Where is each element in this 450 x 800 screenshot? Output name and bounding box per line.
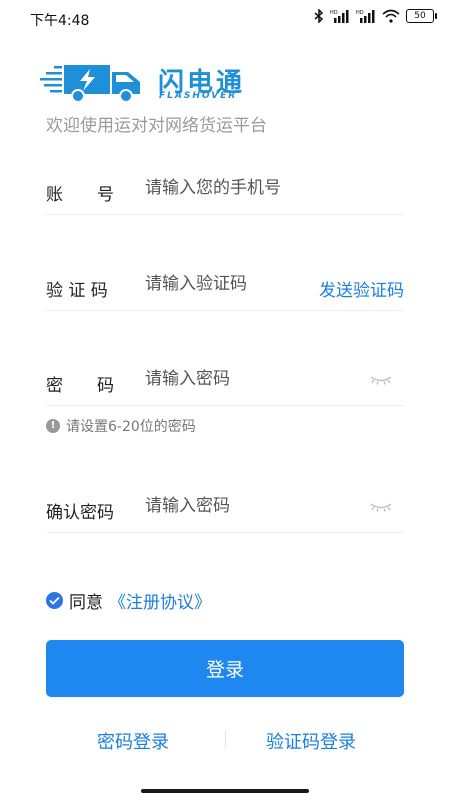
home-indicator[interactable] [141,789,309,793]
brand-name-en: FLASHOVER [159,91,238,101]
brand-logo: 闪电通 FLASHOVER [40,58,260,108]
status-bar: 下午4:48 HD HD 50 [0,0,450,34]
info-icon: ! [46,419,60,433]
account-label: 账 号 [46,185,114,205]
confirm-password-input[interactable] [145,496,345,516]
bluetooth-icon [314,9,324,23]
account-row: 账 号 [46,166,404,215]
agreement-link[interactable]: 《注册协议》 [109,588,211,613]
check-icon [49,596,60,605]
code-input[interactable] [145,274,295,294]
battery-icon: 50 [406,9,437,23]
code-row: 验 证 码 发送验证码 [46,262,404,311]
eye-closed-icon[interactable] [370,502,392,512]
truck-logo-icon [40,65,140,103]
status-time: 下午4:48 [30,13,90,29]
hd-signal-icon: HD [356,10,375,23]
password-login-link[interactable]: 密码登录 [97,728,169,754]
hd-signal-icon: HD [330,10,349,23]
code-login-link[interactable]: 验证码登录 [266,728,356,754]
password-label: 密 码 [46,376,114,396]
wifi-icon [382,9,400,23]
send-code-button[interactable]: 发送验证码 [319,276,404,301]
phone-input[interactable] [145,178,345,198]
confirm-row: 确认密码 [46,484,404,533]
code-label: 验 证 码 [46,281,108,301]
svg-text:HD: HD [330,10,338,16]
login-button[interactable]: 登录 [46,640,404,697]
password-hint-text: 请设置6-20位的密码 [66,419,196,435]
svg-text:HD: HD [356,10,364,16]
eye-closed-icon[interactable] [370,375,392,385]
status-icons: HD HD 50 [314,9,437,23]
confirm-label: 确认密码 [46,503,114,523]
password-row: 密 码 [46,357,404,406]
agree-checkbox[interactable] [46,592,63,609]
password-hint: ! 请设置6-20位的密码 [46,416,196,436]
agreement: 同意 《注册协议》 [46,588,211,613]
password-input[interactable] [145,369,345,389]
divider [225,730,226,748]
agree-text: 同意 [69,593,103,613]
slogan: 欢迎使用运对对网络货运平台 [46,116,267,136]
